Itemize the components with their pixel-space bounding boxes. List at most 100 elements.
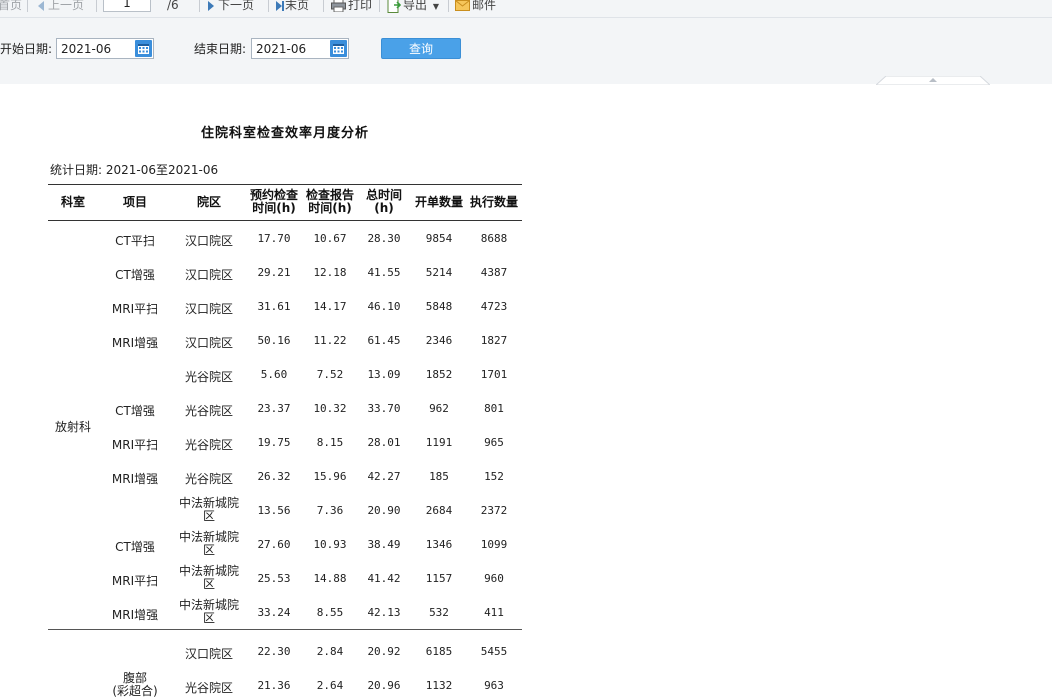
cell-appt: 27.60	[257, 538, 291, 551]
cell-exec: 152	[484, 470, 504, 483]
toolbar-divider	[27, 0, 28, 12]
dept-radiology: 放射科	[54, 420, 91, 434]
cell-appt: 33.24	[257, 606, 291, 619]
cell-appt: 19.75	[257, 436, 291, 449]
calendar-icon[interactable]	[135, 40, 152, 57]
cell-orders: 1346	[425, 538, 453, 551]
cell-item: CT增强	[115, 540, 155, 554]
cell-exec: 5455	[480, 645, 508, 658]
end-date-value: 2021-06	[256, 42, 307, 56]
mail-icon	[455, 0, 470, 11]
cell-exec: 8688	[480, 232, 508, 245]
cell-exec: 801	[484, 402, 504, 415]
cell-report: 10.93	[313, 538, 347, 551]
header-bottom-border	[48, 220, 522, 221]
end-date-label: 结束日期:	[194, 42, 247, 56]
header-total-time: 总时间 (h)	[365, 188, 402, 215]
toolbar-divider	[379, 0, 380, 12]
cell-campus: 汉口院区	[184, 234, 233, 248]
cell-total: 28.01	[367, 436, 401, 449]
report-toolbar: 首页 上一页 /6 下一页 末页 打印 导出 ▼ 邮件	[0, 0, 1052, 18]
last-page-button[interactable]: 末页	[276, 0, 309, 15]
cell-campus: 汉口院区	[184, 647, 233, 661]
start-date-field[interactable]: 2021-06	[56, 38, 154, 59]
cell-campus: 汉口院区	[184, 336, 233, 350]
header-campus: 院区	[196, 195, 221, 209]
cell-orders: 1191	[425, 436, 453, 449]
cell-total: 42.13	[367, 606, 401, 619]
cell-campus: 汉口院区	[184, 268, 233, 282]
toolbar-divider	[268, 0, 269, 12]
cell-orders: 1132	[425, 679, 453, 692]
cell-report: 7.36	[316, 504, 344, 517]
header-item: 项目	[122, 195, 147, 209]
cell-appt: 23.37	[257, 402, 291, 415]
cell-campus: 中法新城院区	[178, 564, 239, 591]
cell-report: 10.32	[313, 402, 347, 415]
cell-total: 20.96	[367, 679, 401, 692]
cell-exec: 1701	[480, 368, 508, 381]
cell-orders: 9854	[425, 232, 453, 245]
toolbar-divider	[199, 0, 200, 12]
cell-exec: 1099	[480, 538, 508, 551]
toolbar-divider	[448, 0, 449, 12]
cell-total: 20.92	[367, 645, 401, 658]
cell-exec: 4723	[480, 300, 508, 313]
cell-appt: 50.16	[257, 334, 291, 347]
header-dept: 科室	[60, 195, 85, 209]
cell-report: 12.18	[313, 266, 347, 279]
collapse-panel-handle[interactable]	[876, 76, 990, 85]
query-button[interactable]: 查询	[381, 38, 461, 59]
cell-orders: 532	[429, 606, 449, 619]
end-date-field[interactable]: 2021-06	[251, 38, 349, 59]
export-button[interactable]: 导出 ▼	[387, 0, 439, 15]
calendar-icon[interactable]	[330, 40, 347, 57]
header-order-count: 开单数量	[414, 195, 463, 209]
cell-item: MRI增强	[111, 472, 159, 486]
cell-exec: 965	[484, 436, 504, 449]
cell-appt: 21.36	[257, 679, 291, 692]
cell-campus: 汉口院区	[184, 302, 233, 316]
cell-campus: 光谷院区	[184, 472, 233, 486]
cell-report: 8.15	[316, 436, 344, 449]
cell-item: CT增强	[115, 268, 155, 282]
cell-exec: 4387	[480, 266, 508, 279]
cell-orders: 5848	[425, 300, 453, 313]
cell-total: 61.45	[367, 334, 401, 347]
cell-campus: 光谷院区	[184, 370, 233, 384]
cell-total: 20.90	[367, 504, 401, 517]
cell-campus: 光谷院区	[184, 438, 233, 452]
page-number-input[interactable]	[103, 0, 151, 12]
first-page-button[interactable]: 首页	[0, 0, 22, 15]
cell-appt: 31.61	[257, 300, 291, 313]
print-button[interactable]: 打印	[331, 0, 372, 15]
next-page-button[interactable]: 下一页	[208, 0, 254, 15]
table-top-border	[48, 184, 522, 185]
report-title: 住院科室检查效率月度分析	[200, 126, 369, 141]
cell-exec: 2372	[480, 504, 508, 517]
cell-total: 13.09	[367, 368, 401, 381]
cell-appt: 13.56	[257, 504, 291, 517]
cell-item: MRI平扫	[111, 574, 159, 588]
cell-item: MRI增强	[111, 608, 159, 622]
cell-orders: 1852	[425, 368, 453, 381]
prev-page-button[interactable]: 上一页	[38, 0, 84, 15]
right-arrow-icon	[208, 0, 214, 11]
cell-exec: 963	[484, 679, 504, 692]
filter-panel: 开始日期: 2021-06 结束日期: 2021-06 查询	[0, 18, 1052, 85]
dept-abdomen: 腹部 (彩超合)	[112, 671, 158, 698]
cell-appt: 26.32	[257, 470, 291, 483]
cell-total: 41.42	[367, 572, 401, 585]
cell-total: 42.27	[367, 470, 401, 483]
cell-item: CT增强	[115, 404, 155, 418]
cell-total: 28.30	[367, 232, 401, 245]
cell-campus: 中法新城院区	[178, 530, 239, 557]
cell-exec: 960	[484, 572, 504, 585]
header-report-time: 检查报告 时间(h)	[305, 188, 354, 215]
mail-button[interactable]: 邮件	[455, 0, 496, 15]
cell-orders: 185	[429, 470, 449, 483]
cell-total: 33.70	[367, 402, 401, 415]
cell-orders: 5214	[425, 266, 453, 279]
cell-item: MRI平扫	[111, 302, 159, 316]
cell-report: 11.22	[313, 334, 347, 347]
